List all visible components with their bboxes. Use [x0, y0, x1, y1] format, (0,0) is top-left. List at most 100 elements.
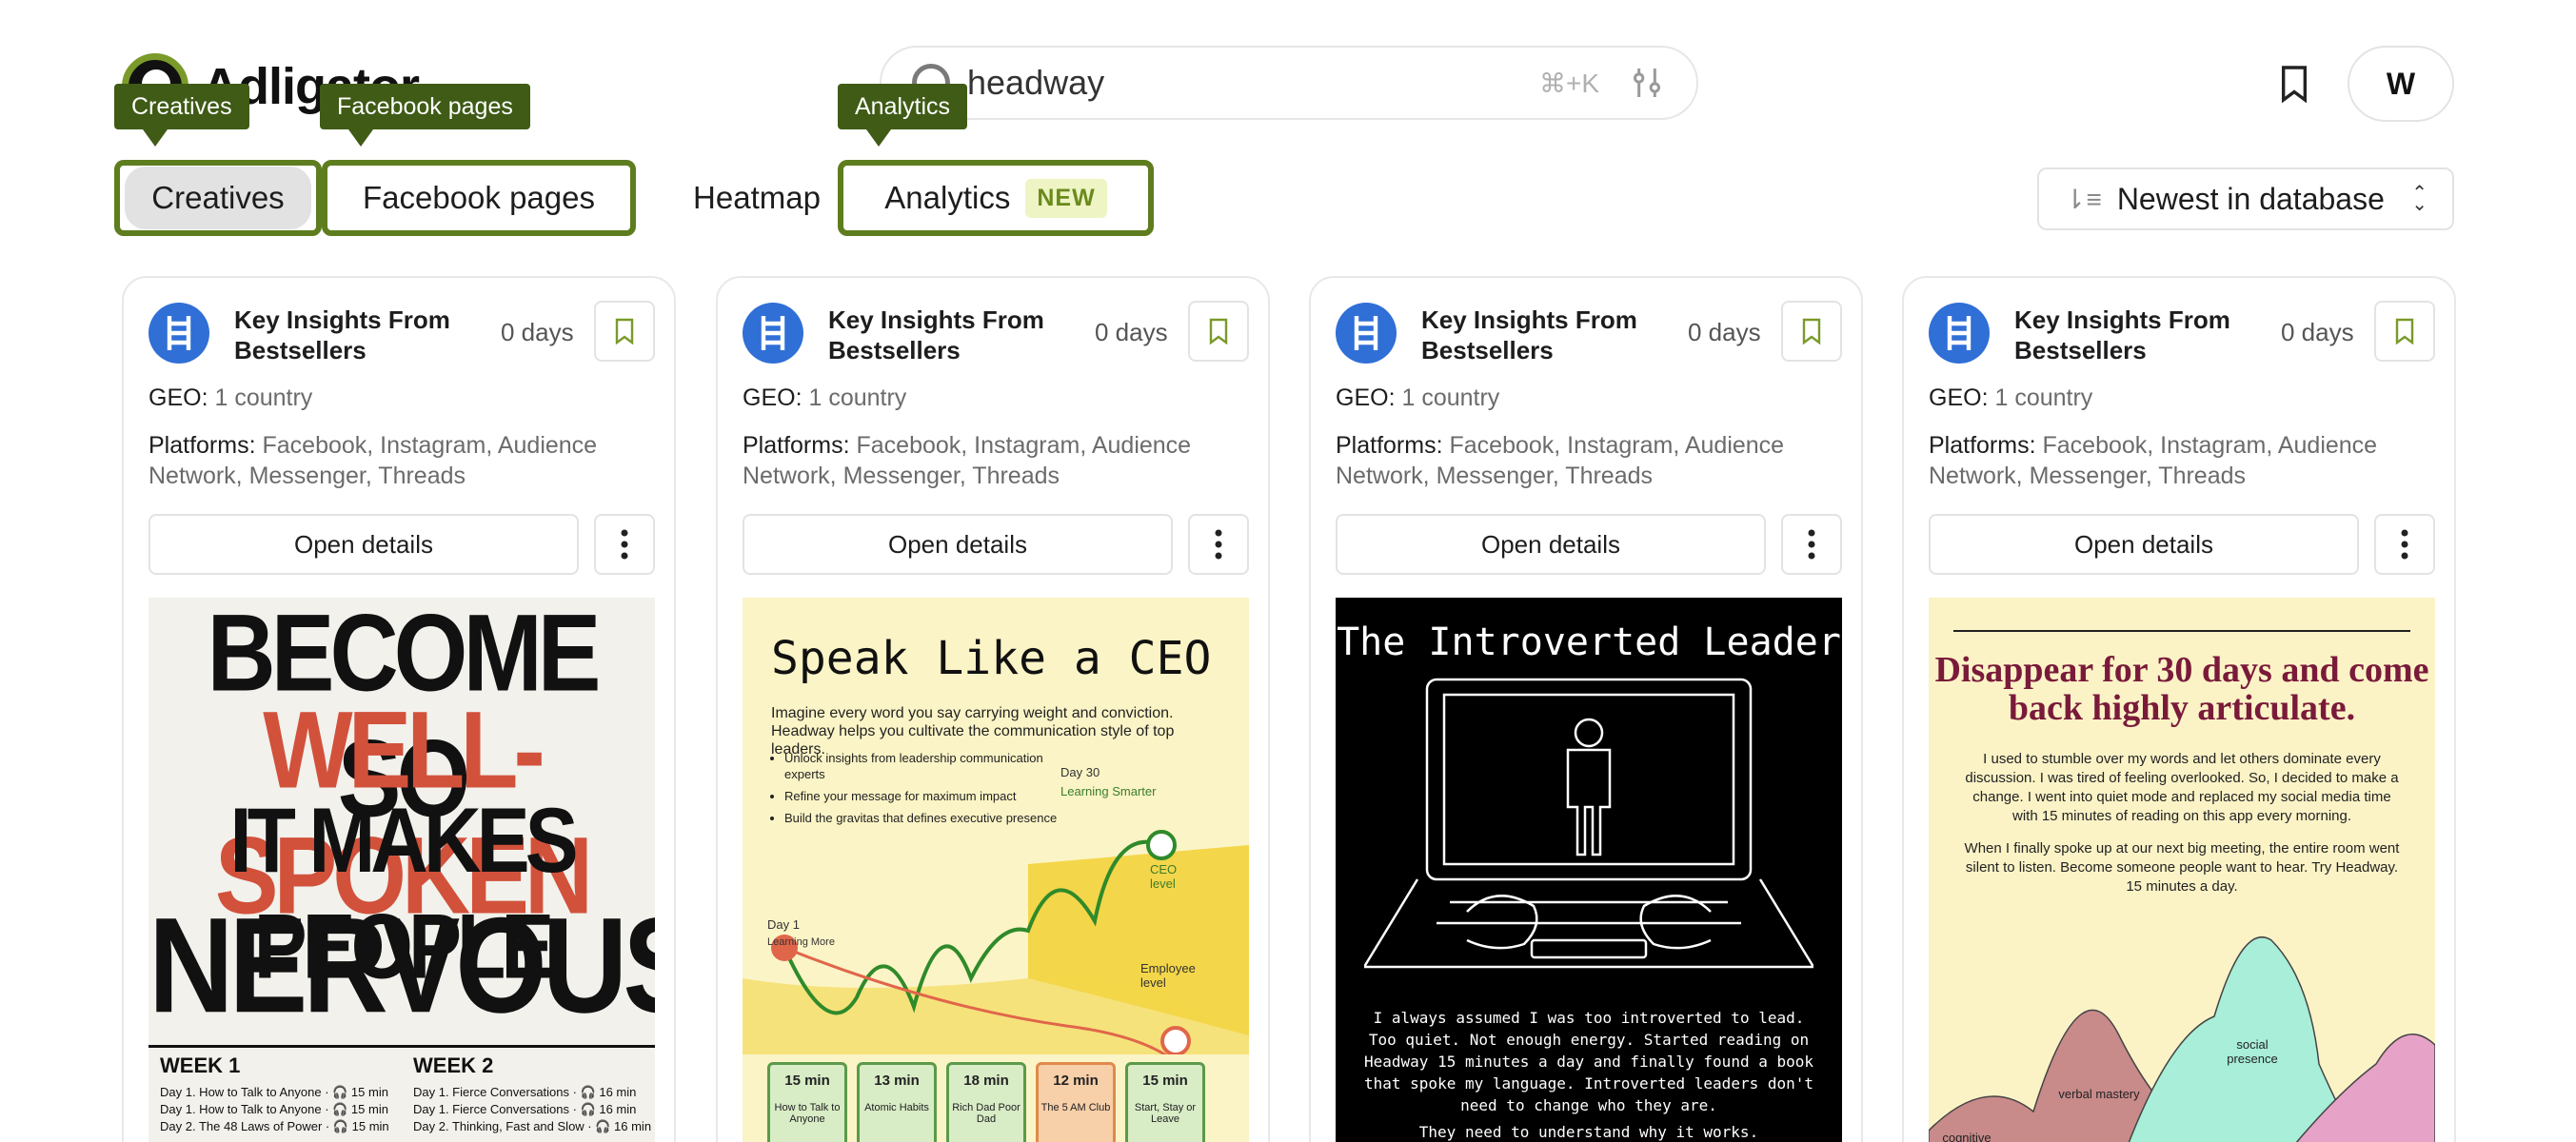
- chart-label: Employee level: [1140, 961, 1196, 990]
- more-options-button[interactable]: [2374, 514, 2435, 575]
- more-options-button[interactable]: [594, 514, 655, 575]
- ad-creative-image[interactable]: BECOME SO WELL-SPOKEN IT MAKES PEOPLE NE…: [149, 598, 655, 1142]
- geo-info: GEO: 1 country: [149, 384, 313, 411]
- mountain-illustration: [1929, 935, 2435, 1142]
- creative-body: They need to understand why it works.: [1418, 1123, 1759, 1141]
- more-vertical-icon: [1808, 529, 1815, 560]
- creative-headline: The Introverted Leader: [1337, 620, 1841, 664]
- bookmark-icon: [1209, 318, 1228, 345]
- ad-card: Key Insights From Bestsellers 0 days GEO…: [716, 276, 1270, 1142]
- save-ad-button[interactable]: [1188, 301, 1249, 362]
- laptop-illustration: [1364, 678, 1813, 969]
- tab-facebook-pages[interactable]: Facebook pages: [322, 160, 636, 236]
- week-item: Day 1. Fierce Conversations · 🎧 16 min: [413, 1085, 637, 1099]
- creative-body: When I finally spoke up at our next big …: [1964, 840, 2400, 895]
- advertiser-name[interactable]: Key Insights From Bestsellers: [1421, 305, 1669, 365]
- creative-headline: Speak Like a CEO: [771, 632, 1212, 685]
- advertiser-logo[interactable]: [149, 303, 209, 364]
- ladder-icon: [1354, 316, 1378, 350]
- book-step: 15 min Start, Stay or Leave: [1125, 1062, 1205, 1142]
- bookmark-icon: [1802, 318, 1821, 345]
- week-title: WEEK 2: [413, 1053, 494, 1077]
- user-avatar-button[interactable]: W: [2348, 46, 2454, 122]
- open-details-button[interactable]: Open details: [149, 514, 579, 575]
- platforms-info: Platforms: Facebook, Instagram, Audience…: [149, 432, 598, 489]
- advertiser-logo[interactable]: [1336, 303, 1397, 364]
- advertiser-name[interactable]: Key Insights From Bestsellers: [234, 305, 482, 365]
- tooltip-facebook-pages: Facebook pages: [320, 84, 530, 147]
- week-item: Day 1. How to Talk to Anyone · 🎧 15 min: [160, 1085, 388, 1099]
- more-vertical-icon: [2401, 529, 2408, 560]
- geo-info: GEO: 1 country: [743, 384, 907, 411]
- open-details-button[interactable]: Open details: [1929, 514, 2359, 575]
- search-shortcut-hint: ⌘+K: [1538, 68, 1599, 98]
- open-details-button[interactable]: Open details: [1336, 514, 1766, 575]
- ladder-icon: [761, 316, 785, 350]
- save-ad-button[interactable]: [1781, 301, 1842, 362]
- ad-age: 0 days: [501, 318, 574, 346]
- bookmark-icon: [615, 318, 634, 345]
- sort-value: Newest in database: [2116, 181, 2385, 216]
- ad-creative-image[interactable]: The Introverted Leader I always assumed …: [1336, 598, 1842, 1142]
- save-ad-button[interactable]: [2374, 301, 2435, 362]
- tooltip-analytics: Analytics: [838, 84, 968, 147]
- week-item: Day 1. How to Talk to Anyone · 🎧 15 min: [160, 1102, 388, 1116]
- ad-creative-image[interactable]: Disappear for 30 days and come back high…: [1929, 598, 2435, 1142]
- illustration-label: verbal mastery: [2058, 1087, 2140, 1101]
- ladder-icon: [167, 316, 191, 350]
- platforms-info: Platforms: Facebook, Instagram, Audience…: [1929, 432, 2378, 489]
- week-item: Day 1. Fierce Conversations · 🎧 16 min: [413, 1102, 637, 1116]
- tab-label: Facebook pages: [362, 180, 595, 215]
- ad-age: 0 days: [1688, 318, 1761, 346]
- more-options-button[interactable]: [1781, 514, 1842, 575]
- tab-label: Heatmap: [693, 180, 821, 215]
- ladder-icon: [1947, 316, 1972, 350]
- saved-bookmarks-button[interactable]: [2268, 57, 2321, 110]
- chart-label: Learning Smarter: [1060, 784, 1157, 798]
- ad-age: 0 days: [2281, 318, 2354, 346]
- ad-creative-image[interactable]: Speak Like a CEO Imagine every word you …: [743, 598, 1249, 1142]
- chevron-up-down-icon: ⌃ ⌄: [2411, 183, 2427, 215]
- creative-headline: NERVOUS: [149, 890, 655, 1042]
- chart-label: Learning More: [767, 936, 835, 948]
- illustration-label: social presence: [2227, 1037, 2278, 1066]
- geo-info: GEO: 1 country: [1929, 384, 2093, 411]
- platforms-info: Platforms: Facebook, Instagram, Audience…: [1336, 432, 1785, 489]
- bookmark-icon: [2281, 66, 2308, 103]
- geo-info: GEO: 1 country: [1336, 384, 1500, 411]
- filter-settings-icon[interactable]: [1628, 64, 1666, 102]
- advertiser-name[interactable]: Key Insights From Bestsellers: [2014, 305, 2262, 365]
- bookmark-icon: [2395, 318, 2414, 345]
- week-title: WEEK 1: [160, 1053, 241, 1077]
- growth-curve-illustration: [743, 830, 1249, 1054]
- save-ad-button[interactable]: [594, 301, 655, 362]
- book-step: 12 min The 5 AM Club: [1036, 1062, 1116, 1142]
- creative-body: I always assumed I was too introverted t…: [1364, 1009, 1814, 1114]
- advertiser-logo[interactable]: [1929, 303, 1990, 364]
- tooltip-creatives: Creatives: [114, 84, 249, 147]
- tab-creatives[interactable]: Creatives: [114, 160, 322, 236]
- creative-body: I used to stumble over my words and let …: [1965, 751, 2399, 824]
- book-step: 13 min Atomic Habits: [857, 1062, 937, 1142]
- chart-label: Day 1: [767, 917, 800, 932]
- chart-label: CEO level: [1150, 862, 1178, 891]
- tab-label: Creatives: [125, 167, 311, 229]
- sort-dropdown[interactable]: ⇂≡ Newest in database ⌃ ⌄: [2037, 167, 2454, 230]
- creative-bullet: Unlock insights from leadership communic…: [784, 750, 1070, 782]
- illustration-label: cognitive: [1942, 1131, 1991, 1142]
- week-item: Day 2. Thinking, Fast and Slow · 🎧 16 mi…: [413, 1119, 652, 1133]
- advertiser-name[interactable]: Key Insights From Bestsellers: [828, 305, 1076, 365]
- ad-card: Key Insights From Bestsellers 0 days GEO…: [1902, 276, 2456, 1142]
- open-details-button[interactable]: Open details: [743, 514, 1173, 575]
- advertiser-logo[interactable]: [743, 303, 803, 364]
- tab-heatmap[interactable]: Heatmap: [657, 160, 857, 236]
- search-bar[interactable]: ⌘+K: [880, 46, 1698, 120]
- ad-card: Key Insights From Bestsellers 0 days GEO…: [122, 276, 676, 1142]
- sort-icon: ⇂≡: [2064, 184, 2102, 214]
- search-input[interactable]: [967, 63, 1500, 103]
- tab-analytics[interactable]: Analytics NEW: [838, 160, 1154, 236]
- more-options-button[interactable]: [1188, 514, 1249, 575]
- book-step: 15 min How to Talk to Anyone: [767, 1062, 847, 1142]
- new-badge: NEW: [1025, 178, 1107, 218]
- tab-label: Analytics: [884, 180, 1011, 215]
